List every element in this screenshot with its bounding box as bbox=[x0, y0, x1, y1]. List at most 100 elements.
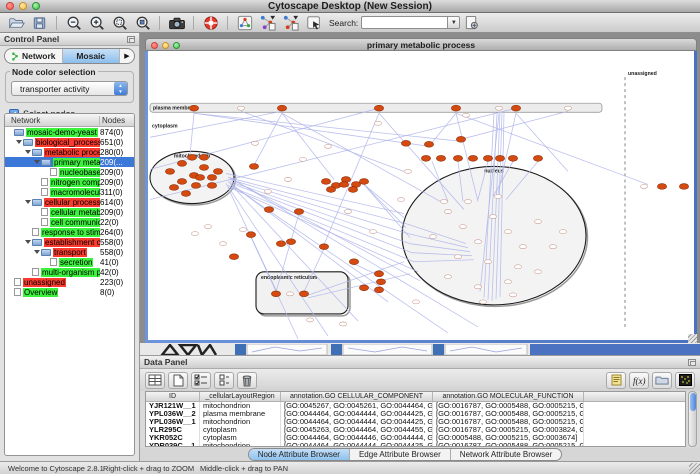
network-node[interactable] bbox=[191, 183, 200, 189]
network-node[interactable] bbox=[349, 259, 358, 265]
delete-attribute-button[interactable] bbox=[237, 372, 257, 389]
network-node[interactable] bbox=[169, 185, 178, 191]
table-row[interactable]: YLR295Ccytoplasm[GO:0045263, GO:0044464,… bbox=[146, 426, 685, 434]
network-node-unselected[interactable] bbox=[344, 210, 351, 214]
network-node[interactable] bbox=[495, 155, 504, 161]
network-node-unselected[interactable] bbox=[462, 113, 469, 117]
save-session-button[interactable] bbox=[28, 14, 51, 32]
expander-triangle-icon[interactable] bbox=[16, 140, 22, 144]
network-node[interactable] bbox=[453, 155, 462, 161]
network-node[interactable] bbox=[359, 285, 368, 291]
network-node-unselected[interactable] bbox=[454, 255, 461, 259]
zoom-fit-button[interactable] bbox=[108, 14, 131, 32]
tree-row[interactable]: nucleobase-co209(0) bbox=[5, 167, 134, 177]
network-node-unselected[interactable] bbox=[440, 200, 447, 204]
network-node-unselected[interactable] bbox=[549, 245, 556, 249]
formula-builder-button[interactable]: f(x) bbox=[629, 372, 649, 389]
expander-triangle-icon[interactable] bbox=[25, 150, 31, 154]
tab-network[interactable]: Network bbox=[5, 49, 63, 63]
network-node-unselected[interactable] bbox=[264, 189, 271, 193]
more-tabs-button[interactable]: ▶ bbox=[120, 49, 134, 63]
network-node[interactable] bbox=[321, 179, 330, 185]
network-node[interactable] bbox=[207, 175, 216, 181]
table-row[interactable]: YJR121W__1mitochondrion[GO:0045267, GO:0… bbox=[146, 402, 685, 410]
open-session-button[interactable] bbox=[5, 14, 28, 32]
network-node-unselected[interactable] bbox=[339, 322, 346, 326]
view-close-button[interactable] bbox=[151, 42, 158, 49]
network-node[interactable] bbox=[508, 155, 517, 161]
network-node-unselected[interactable] bbox=[559, 230, 566, 234]
tree-row[interactable]: cellular metabol209(0) bbox=[5, 207, 134, 217]
attribute-notes-button[interactable] bbox=[606, 372, 626, 389]
network-node[interactable] bbox=[326, 187, 335, 193]
network-node-unselected[interactable] bbox=[204, 225, 211, 229]
network-node-unselected[interactable] bbox=[504, 230, 511, 234]
table-row[interactable]: YPL036W__2plasma membrane[GO:0044464, GO… bbox=[146, 410, 685, 418]
float-data-panel-icon[interactable] bbox=[688, 359, 696, 366]
float-panel-icon[interactable] bbox=[127, 36, 135, 43]
nodes-column-header[interactable]: Nodes bbox=[100, 116, 134, 125]
network-node[interactable] bbox=[657, 184, 666, 190]
column-header[interactable]: annotation.GO CELLULAR_COMPONENT bbox=[281, 392, 433, 401]
network-node[interactable] bbox=[468, 155, 477, 161]
unselect-attributes-button[interactable] bbox=[214, 372, 234, 389]
network-node[interactable] bbox=[348, 187, 357, 193]
expander-triangle-icon[interactable] bbox=[25, 240, 31, 244]
tree-row[interactable]: Overview8(0) bbox=[5, 287, 134, 297]
scrollbar-thumb[interactable] bbox=[690, 393, 696, 411]
expander-triangle-icon[interactable] bbox=[25, 200, 31, 204]
help-button[interactable] bbox=[199, 14, 222, 32]
network-canvas[interactable]: plasma membranecytoplasmmitochondrionnuc… bbox=[148, 51, 694, 340]
tree-row[interactable]: primary metabol209(... bbox=[5, 157, 134, 167]
network-node-unselected[interactable] bbox=[237, 106, 244, 110]
network-node-unselected[interactable] bbox=[474, 240, 481, 244]
network-node[interactable] bbox=[679, 184, 688, 190]
tree-row[interactable]: biological_process651(0) bbox=[5, 137, 134, 147]
network-node-unselected[interactable] bbox=[489, 215, 496, 219]
network-node[interactable] bbox=[264, 207, 273, 213]
network-node-unselected[interactable] bbox=[251, 141, 258, 145]
tree-row[interactable]: macromolecule311(0) bbox=[5, 187, 134, 197]
tree-row[interactable]: establishment of lo558(0) bbox=[5, 237, 134, 247]
tree-row[interactable]: unassigned223(0) bbox=[5, 277, 134, 287]
network-node-unselected[interactable] bbox=[444, 210, 451, 214]
tree-row[interactable]: transport558(0) bbox=[5, 247, 134, 257]
search-dropdown-arrow[interactable]: ▼ bbox=[447, 16, 460, 29]
search-input[interactable] bbox=[361, 16, 447, 29]
zoom-selected-button[interactable] bbox=[131, 14, 154, 32]
network-node[interactable] bbox=[276, 241, 285, 247]
tree-row[interactable]: cellular process614(0) bbox=[5, 197, 134, 207]
network-node-unselected[interactable] bbox=[191, 232, 198, 236]
network-node[interactable] bbox=[424, 141, 433, 147]
network-node[interactable] bbox=[483, 155, 492, 161]
network-node-unselected[interactable] bbox=[504, 280, 511, 284]
network-node[interactable] bbox=[165, 169, 174, 175]
network-node[interactable] bbox=[271, 291, 280, 297]
network-node[interactable] bbox=[246, 232, 255, 238]
network-node[interactable] bbox=[277, 105, 286, 111]
network-node[interactable] bbox=[177, 179, 186, 185]
network-overview-button[interactable] bbox=[233, 14, 256, 32]
tree-row[interactable]: mosaic-demo-yeast874(0) bbox=[5, 127, 134, 137]
network-node-unselected[interactable] bbox=[299, 157, 306, 161]
network-node-unselected[interactable] bbox=[519, 245, 526, 249]
zoom-out-button[interactable] bbox=[62, 14, 85, 32]
table-scrollbar[interactable] bbox=[688, 391, 697, 447]
tree-row[interactable]: response to stimulu264(0) bbox=[5, 227, 134, 237]
apply-layout-button[interactable] bbox=[256, 14, 279, 32]
network-node-unselected[interactable] bbox=[564, 106, 571, 110]
window-resize-grip[interactable] bbox=[689, 463, 700, 474]
network-node-unselected[interactable] bbox=[404, 169, 411, 173]
network-node[interactable] bbox=[533, 155, 542, 161]
network-node[interactable] bbox=[195, 175, 204, 181]
network-node-unselected[interactable] bbox=[286, 292, 293, 296]
network-node[interactable] bbox=[319, 244, 328, 250]
tab-mosaic[interactable]: Mosaic bbox=[63, 49, 121, 63]
network-node-unselected[interactable] bbox=[284, 177, 291, 181]
network-node[interactable] bbox=[339, 182, 348, 188]
select-attributes-button[interactable] bbox=[191, 372, 211, 389]
network-node-unselected[interactable] bbox=[412, 300, 419, 304]
network-node[interactable] bbox=[199, 154, 208, 160]
zoom-window-button[interactable] bbox=[32, 2, 40, 10]
network-node[interactable] bbox=[376, 279, 385, 285]
